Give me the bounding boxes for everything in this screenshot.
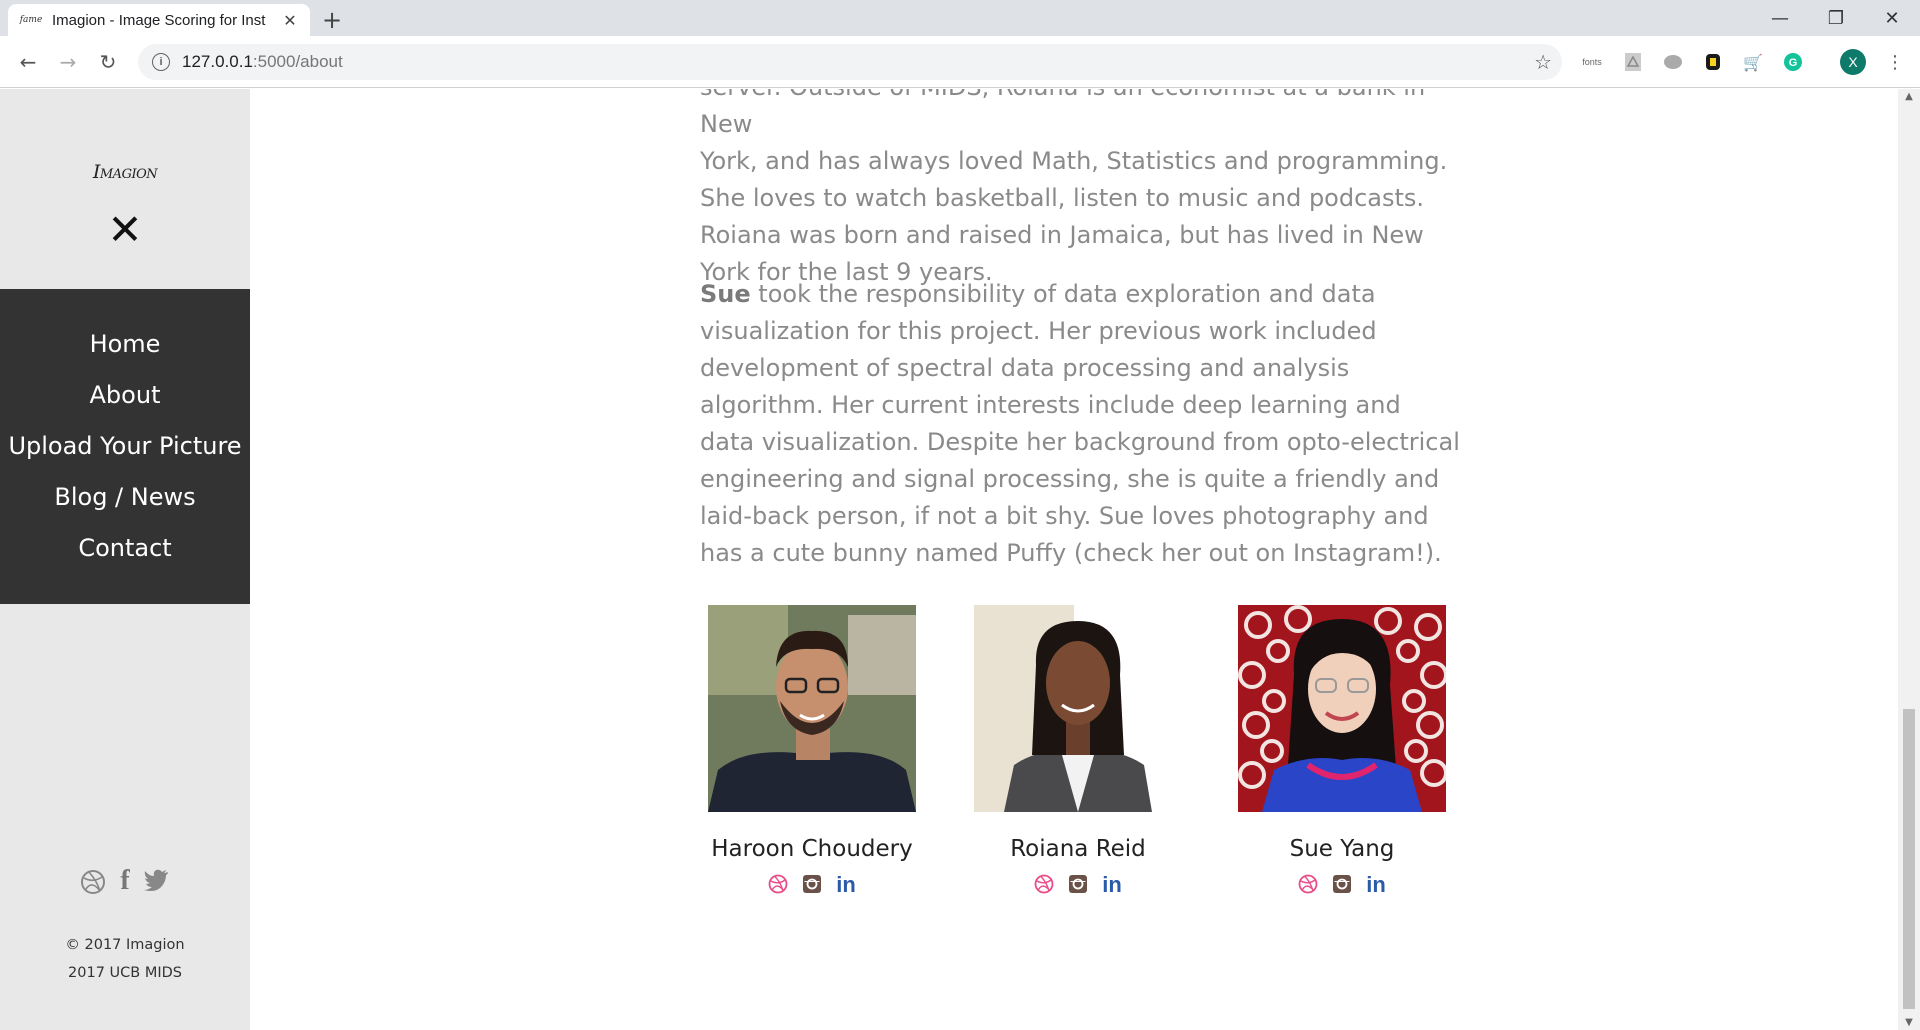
fonts-extension-icon[interactable]: fonts: [1580, 50, 1604, 74]
nav-item-contact[interactable]: Contact: [0, 523, 250, 574]
tab-title: Imagion - Image Scoring for Inst: [52, 11, 266, 29]
bookmark-star-icon[interactable]: ☆: [1534, 50, 1552, 74]
sidebar: Imagion ✕ Home About Upload Your Picture…: [0, 89, 250, 1030]
member-name: Roiana Reid: [1010, 836, 1146, 862]
dribbble-icon[interactable]: [80, 869, 106, 900]
member-photo: [1238, 605, 1446, 812]
main-content: server. Outside of MIDS, Roiana is an ec…: [250, 89, 1898, 1030]
forward-arrow-icon[interactable]: →: [54, 48, 82, 76]
tab-favicon-icon: fame: [19, 15, 43, 25]
close-window-button[interactable]: ✕: [1864, 0, 1920, 36]
url-text[interactable]: 127.0.0.1:5000/about: [182, 52, 343, 72]
nav-menu: Home About Upload Your Picture Blog / Ne…: [0, 289, 250, 604]
linkedin-icon[interactable]: in: [1366, 874, 1386, 899]
instagram-icon[interactable]: [1068, 874, 1088, 899]
svg-text:G: G: [1789, 57, 1798, 69]
nav-item-upload[interactable]: Upload Your Picture: [0, 421, 250, 472]
scrollbar-thumb[interactable]: [1903, 709, 1915, 1009]
grammarly-extension-icon[interactable]: G: [1781, 50, 1805, 74]
browser-tab-bar: fame Imagion - Image Scoring for Inst ✕ …: [0, 0, 1920, 36]
social-links: f: [0, 867, 250, 900]
twitter-icon[interactable]: [143, 869, 170, 900]
minimize-button[interactable]: —: [1752, 0, 1808, 36]
dribbble-icon[interactable]: [768, 874, 788, 899]
url-path: :5000/about: [252, 52, 343, 71]
cart-extension-icon[interactable]: 🛒: [1741, 50, 1765, 74]
browser-tab[interactable]: fame Imagion - Image Scoring for Inst ✕: [8, 4, 310, 36]
facebook-icon[interactable]: f: [120, 867, 129, 900]
team-card: Haroon Choudery in: [702, 605, 922, 899]
bio-paragraph-sue: Sue took the responsibility of data expl…: [700, 276, 1460, 572]
browser-menu-icon[interactable]: ⋮: [1883, 50, 1907, 74]
bio-name: Sue: [700, 280, 751, 308]
evernote-extension-icon[interactable]: [1701, 50, 1725, 74]
dribbble-icon[interactable]: [1034, 874, 1054, 899]
new-tab-button[interactable]: +: [322, 6, 342, 34]
member-photo: [974, 605, 1182, 812]
member-links: in: [1232, 874, 1452, 899]
copyright-line-2: 2017 UCB MIDS: [68, 965, 182, 981]
elephant-extension-icon[interactable]: [1661, 50, 1685, 74]
copyright-line-1: © 2017 Imagion: [65, 937, 185, 953]
acrobat-extension-icon[interactable]: [1621, 50, 1645, 74]
reload-icon[interactable]: ↻: [94, 48, 122, 76]
dribbble-icon[interactable]: [1298, 874, 1318, 899]
site-logo[interactable]: Imagion: [0, 161, 250, 183]
site-info-icon[interactable]: i: [152, 53, 170, 71]
nav-item-blog[interactable]: Blog / News: [0, 472, 250, 523]
back-arrow-icon[interactable]: ←: [14, 48, 42, 76]
tab-close-icon[interactable]: ✕: [282, 11, 298, 30]
member-links: in: [702, 874, 922, 899]
member-name: Sue Yang: [1289, 836, 1395, 862]
member-links: in: [968, 874, 1188, 899]
team-card: Roiana Reid in: [968, 605, 1188, 899]
restore-button[interactable]: ❐: [1808, 0, 1864, 36]
address-bar[interactable]: i 127.0.0.1:5000/about ☆: [138, 44, 1562, 80]
linkedin-icon[interactable]: in: [1102, 874, 1122, 899]
bio-paragraph-roiana: server. Outside of MIDS, Roiana is an ec…: [700, 89, 1460, 291]
member-name: Haroon Choudery: [711, 836, 913, 862]
menu-close-icon[interactable]: ✕: [0, 209, 250, 251]
nav-item-about[interactable]: About: [0, 370, 250, 421]
scroll-down-arrow-icon[interactable]: ▼: [1898, 1017, 1920, 1028]
bio-text: York, and has always loved Math, Statist…: [700, 147, 1448, 286]
web-page: Imagion ✕ Home About Upload Your Picture…: [0, 89, 1920, 1030]
member-photo: [708, 605, 916, 812]
nav-item-home[interactable]: Home: [0, 319, 250, 370]
linkedin-icon[interactable]: in: [836, 874, 856, 899]
url-host: 127.0.0.1: [182, 52, 253, 71]
scroll-up-arrow-icon[interactable]: ▲: [1898, 91, 1920, 102]
browser-toolbar: ← → ↻ i 127.0.0.1:5000/about ☆ fonts 🛒 G…: [0, 36, 1920, 88]
profile-avatar[interactable]: X: [1840, 49, 1866, 75]
bio-text: took the responsibility of data explorat…: [700, 280, 1460, 567]
instagram-icon[interactable]: [802, 874, 822, 899]
team-card: Sue Yang in: [1232, 605, 1452, 899]
copyright: © 2017 Imagion 2017 UCB MIDS: [0, 931, 250, 987]
page-scrollbar[interactable]: ▲ ▼: [1898, 89, 1920, 1030]
window-controls: — ❐ ✕: [1752, 0, 1920, 36]
instagram-icon[interactable]: [1332, 874, 1352, 899]
bio-cut-line: server. Outside of MIDS, Roiana is an ec…: [700, 89, 1425, 138]
